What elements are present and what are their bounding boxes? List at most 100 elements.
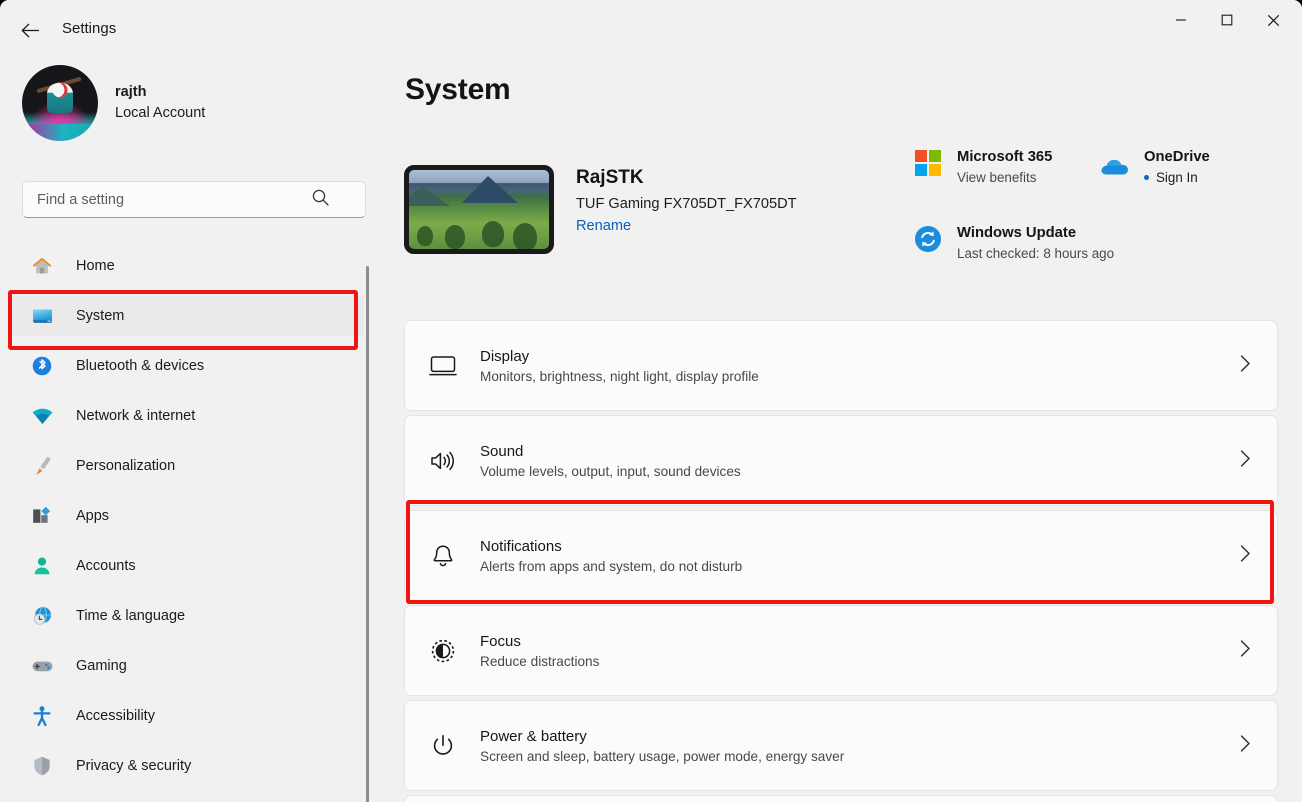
- card-title: Focus: [480, 633, 599, 650]
- microsoft-365-tile[interactable]: Microsoft 365 View benefits: [913, 148, 1052, 185]
- chevron-right-icon: [1240, 639, 1251, 662]
- sidebar-item-label: Gaming: [76, 658, 127, 674]
- tile-subtitle: Sign In: [1144, 170, 1210, 185]
- paintbrush-icon: [30, 454, 54, 478]
- globe-clock-icon: [30, 604, 54, 628]
- shield-icon: [30, 754, 54, 778]
- tile-subtitle: View benefits: [957, 170, 1052, 185]
- power-icon: [428, 733, 458, 759]
- card-title: Sound: [480, 443, 741, 460]
- main-content: System RajSTK TUF Gaming FX705DT_FX705DT…: [390, 58, 1302, 802]
- sidebar-item-gaming[interactable]: Gaming: [8, 646, 364, 686]
- minimize-icon: [1175, 14, 1187, 26]
- settings-window: Settings r: [0, 0, 1302, 802]
- settings-card-list: Display Monitors, brightness, night ligh…: [404, 320, 1278, 802]
- device-summary: RajSTK TUF Gaming FX705DT_FX705DT Rename: [404, 165, 797, 254]
- apps-icon: [30, 504, 54, 528]
- card-focus[interactable]: Focus Reduce distractions: [404, 605, 1278, 696]
- sidebar-item-label: Time & language: [76, 608, 185, 624]
- page-title: System: [405, 73, 511, 107]
- close-icon: [1267, 14, 1280, 27]
- nav-item-list: Home System: [8, 246, 364, 802]
- card-power-battery[interactable]: Power & battery Screen and sleep, batter…: [404, 700, 1278, 791]
- gamepad-icon: [30, 654, 54, 678]
- minimize-button[interactable]: [1158, 0, 1204, 40]
- tile-title: OneDrive: [1144, 148, 1210, 167]
- card-next-partial[interactable]: [404, 795, 1278, 802]
- card-subtitle: Alerts from apps and system, do not dist…: [480, 559, 742, 574]
- chevron-right-icon: [1240, 449, 1251, 472]
- card-subtitle: Volume levels, output, input, sound devi…: [480, 464, 741, 479]
- sidebar-item-accounts[interactable]: Accounts: [8, 546, 364, 586]
- focus-icon: [428, 638, 458, 664]
- speaker-icon: [428, 449, 458, 473]
- device-wallpaper-thumbnail: [404, 165, 554, 254]
- sidebar-item-label: System: [76, 308, 124, 324]
- tile-title: Windows Update: [957, 224, 1114, 243]
- card-sound[interactable]: Sound Volume levels, output, input, soun…: [404, 415, 1278, 506]
- windows-update-tile[interactable]: Windows Update Last checked: 8 hours ago: [913, 224, 1114, 261]
- user-avatar: [22, 65, 98, 141]
- bell-icon: [428, 543, 458, 569]
- user-profile[interactable]: rajth Local Account: [22, 65, 205, 141]
- card-title: Display: [480, 348, 759, 365]
- search-input[interactable]: [37, 192, 309, 208]
- device-name: RajSTK: [576, 165, 797, 192]
- person-icon: [30, 554, 54, 578]
- system-icon: [30, 304, 54, 328]
- chevron-right-icon: [1240, 354, 1251, 377]
- card-title: Power & battery: [480, 728, 844, 745]
- sidebar-item-time-language[interactable]: Time & language: [8, 596, 364, 636]
- sidebar-item-home[interactable]: Home: [8, 246, 364, 286]
- close-button[interactable]: [1250, 0, 1296, 40]
- sidebar-item-bluetooth-devices[interactable]: Bluetooth & devices: [8, 346, 364, 386]
- chevron-right-icon: [1240, 734, 1251, 757]
- sidebar-item-label: Personalization: [76, 458, 175, 474]
- search-box[interactable]: [22, 181, 366, 218]
- profile-name: rajth: [115, 82, 205, 103]
- card-subtitle: Monitors, brightness, night light, displ…: [480, 369, 759, 384]
- maximize-button[interactable]: [1204, 0, 1250, 40]
- accessibility-icon: [30, 704, 54, 728]
- sidebar-item-label: Network & internet: [76, 408, 195, 424]
- sidebar-item-label: Apps: [76, 508, 109, 524]
- card-subtitle: Screen and sleep, battery usage, power m…: [480, 749, 844, 764]
- device-model: TUF Gaming FX705DT_FX705DT: [576, 196, 797, 212]
- profile-account-type: Local Account: [115, 103, 205, 124]
- card-subtitle: Reduce distractions: [480, 654, 599, 669]
- maximize-icon: [1221, 14, 1233, 26]
- sidebar-item-apps[interactable]: Apps: [8, 496, 364, 536]
- monitor-icon: [428, 354, 458, 378]
- window-title-bar: Settings: [0, 0, 1302, 58]
- sidebar-item-label: Accessibility: [76, 708, 155, 724]
- sidebar-item-label: Home: [76, 258, 115, 274]
- sidebar-item-personalization[interactable]: Personalization: [8, 446, 364, 486]
- sidebar-item-accessibility[interactable]: Accessibility: [8, 696, 364, 736]
- tile-title: Microsoft 365: [957, 148, 1052, 167]
- tile-subtitle: Last checked: 8 hours ago: [957, 246, 1114, 261]
- card-notifications[interactable]: Notifications Alerts from apps and syste…: [404, 510, 1278, 601]
- back-button[interactable]: [12, 14, 48, 46]
- sidebar-item-label: Privacy & security: [76, 758, 191, 774]
- sidebar-item-label: Bluetooth & devices: [76, 358, 204, 374]
- windows-update-sync-icon: [913, 224, 943, 261]
- home-icon: [30, 254, 54, 278]
- sidebar-item-privacy-security[interactable]: Privacy & security: [8, 746, 364, 786]
- card-display[interactable]: Display Monitors, brightness, night ligh…: [404, 320, 1278, 411]
- chevron-right-icon: [1240, 544, 1251, 567]
- microsoft-logo-icon: [913, 148, 943, 185]
- onedrive-cloud-icon: [1098, 148, 1130, 187]
- window-title: Settings: [62, 20, 116, 37]
- bluetooth-icon: [30, 354, 54, 378]
- card-title: Notifications: [480, 538, 742, 555]
- wifi-icon: [30, 404, 54, 428]
- back-arrow-icon: [21, 23, 40, 38]
- search-icon: [311, 188, 330, 212]
- onedrive-tile[interactable]: OneDrive Sign In: [1098, 148, 1210, 187]
- sidebar-item-system[interactable]: System: [8, 296, 364, 336]
- sidebar-item-label: Accounts: [76, 558, 136, 574]
- sidebar-item-network-internet[interactable]: Network & internet: [8, 396, 364, 436]
- navigation-sidebar: rajth Local Account: [0, 58, 390, 802]
- sidebar-scrollbar[interactable]: [366, 266, 369, 802]
- rename-link[interactable]: Rename: [576, 218, 631, 234]
